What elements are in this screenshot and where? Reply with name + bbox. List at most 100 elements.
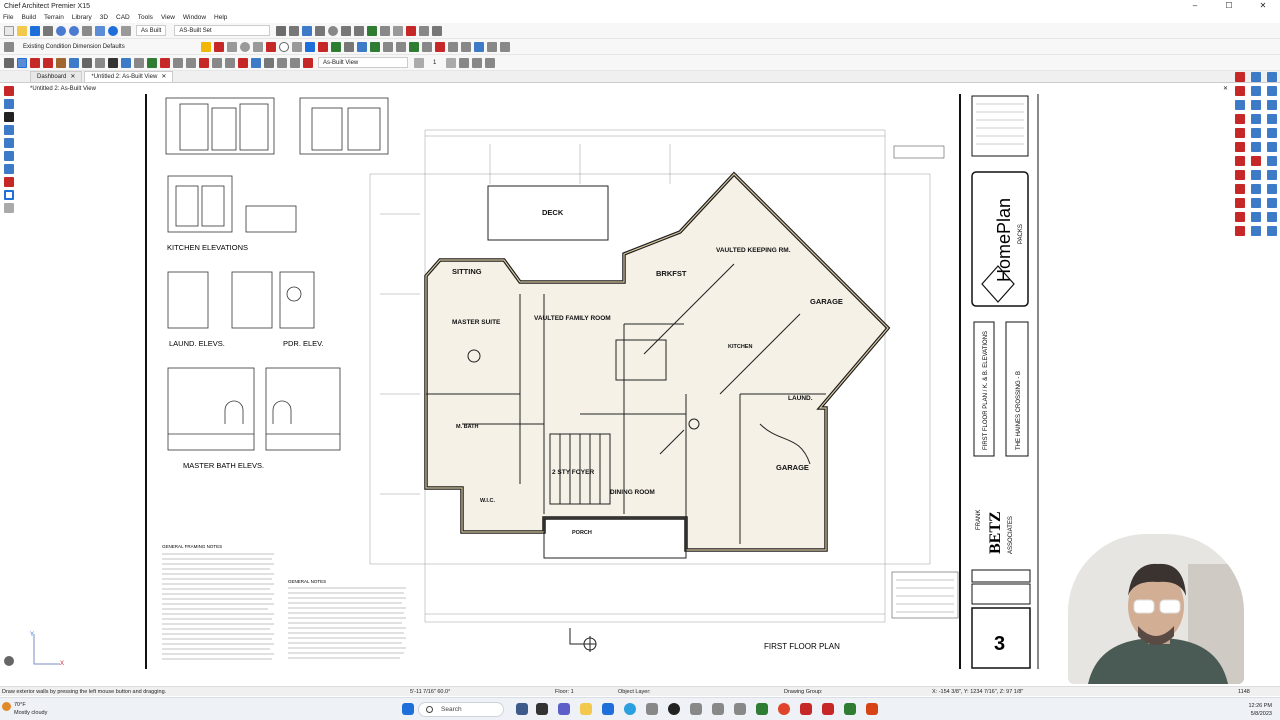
align-icon[interactable] [408,41,419,52]
arc-icon[interactable] [239,41,250,52]
door-icon[interactable] [55,57,66,68]
open-icon[interactable] [16,25,27,36]
cad-point-icon[interactable] [1251,86,1261,96]
layer-display-icon[interactable] [366,25,377,36]
cad-join-icon[interactable] [1267,114,1277,124]
render-icon[interactable] [263,57,274,68]
object-icon[interactable] [369,41,380,52]
cad-arc-icon[interactable] [1267,72,1277,82]
window-icon[interactable] [68,57,79,68]
polyline-icon[interactable] [291,41,302,52]
cad-hatch-icon[interactable] [1251,142,1261,152]
undo-icon[interactable] [55,25,66,36]
walkthrough-icon[interactable] [353,25,364,36]
group-icon[interactable] [421,41,432,52]
cad-symbol-icon[interactable] [1267,184,1277,194]
box-select-icon[interactable] [4,190,14,200]
overview-icon[interactable] [301,25,312,36]
roof-icon[interactable] [81,57,92,68]
line-icon[interactable] [226,41,237,52]
text-icon[interactable] [213,41,224,52]
close-icon[interactable]: ✕ [161,72,166,83]
cad-move-icon[interactable] [1251,226,1261,236]
close-icon[interactable]: ✕ [70,72,75,83]
app-icon-4[interactable] [712,703,724,715]
taskbar-search[interactable]: Search [418,702,504,717]
terrain-icon[interactable] [146,57,157,68]
cad-offset-icon[interactable] [1267,86,1277,96]
select-objects-icon[interactable] [4,86,14,96]
menu-tools[interactable]: Tools [138,14,153,21]
close-window-button[interactable]: ✕ [1246,0,1280,12]
cad-trim-icon[interactable] [1235,100,1245,110]
teams-icon[interactable] [558,703,570,715]
house-icon[interactable] [211,57,222,68]
select-icon[interactable] [3,57,14,68]
elevation-icon[interactable] [288,25,299,36]
menu-file[interactable]: File [3,14,13,21]
stairs-icon[interactable] [486,41,497,52]
perspective-icon[interactable] [314,25,325,36]
cabinet-icon[interactable] [473,41,484,52]
cad-spline-icon[interactable] [1235,170,1245,180]
cad-scale-icon[interactable] [1267,128,1277,138]
pencil-icon[interactable] [200,41,211,52]
transform-icon[interactable] [395,41,406,52]
schedule-icon[interactable] [499,41,510,52]
framing-icon[interactable] [94,57,105,68]
app-icon-5[interactable] [734,703,746,715]
acrobat-icon[interactable] [822,703,834,715]
send-to-layout-icon[interactable] [484,57,495,68]
fill-icon[interactable] [107,57,118,68]
view-select[interactable]: As-Built View [318,57,408,68]
cad-bezier-icon[interactable] [1251,184,1261,194]
tab-as-built-view[interactable]: *Untitled 2: As-Built View ✕ [84,71,174,83]
menu-view[interactable]: View [161,14,175,21]
cad-rotate-icon[interactable] [1251,128,1261,138]
zoom-icon[interactable] [327,25,338,36]
cad-fillet-icon[interactable] [1267,100,1277,110]
app-icon-6[interactable] [756,703,768,715]
measure-icon[interactable] [379,25,390,36]
floor-number[interactable]: 1 [429,57,440,68]
page-icon[interactable] [4,203,14,213]
plan-view-icon[interactable] [458,57,469,68]
shapes-icon[interactable] [237,57,248,68]
cad-region-icon[interactable] [1235,198,1245,208]
layout-icon[interactable] [81,25,92,36]
electrical-icon[interactable] [120,57,131,68]
layer-icon[interactable] [302,57,313,68]
room-icon[interactable] [29,57,40,68]
section-tool-icon[interactable] [4,164,14,174]
point-icon[interactable] [447,41,458,52]
deck-icon[interactable] [133,57,144,68]
cad-leader-icon[interactable] [1235,156,1245,166]
library-tool-icon[interactable] [250,57,261,68]
tab-dashboard[interactable]: Dashboard ✕ [30,71,83,83]
blue-fill-icon[interactable] [4,125,14,135]
dimension-defaults-select[interactable]: Existing Condition Dimension Defaults [19,41,195,52]
cad-array-icon[interactable] [1235,142,1245,152]
floor-down-icon[interactable] [413,57,424,68]
cad-block-icon[interactable] [1251,198,1261,208]
cad-icon[interactable] [224,57,235,68]
marker-icon[interactable] [4,177,14,187]
menu-3d[interactable]: 3D [100,14,108,21]
library-browser-icon[interactable] [356,41,367,52]
layout-view-icon[interactable] [471,57,482,68]
wall-icon[interactable] [4,99,14,109]
camera-view-icon[interactable] [460,41,471,52]
preferences-icon[interactable] [120,25,131,36]
plan-tool-icon[interactable] [4,138,14,148]
app-icon-3[interactable] [690,703,702,715]
grid-icon[interactable] [392,25,403,36]
menu-window[interactable]: Window [183,14,206,21]
cad-stretch-icon[interactable] [1267,226,1277,236]
cad-select-icon[interactable] [1235,226,1245,236]
cad-box-icon[interactable] [1251,72,1261,82]
fence-icon[interactable] [172,57,183,68]
cad-extend-icon[interactable] [1251,100,1261,110]
redo-icon[interactable] [68,25,79,36]
reverse-icon[interactable] [434,41,445,52]
close-view-icon[interactable]: ✕ [1223,85,1228,92]
